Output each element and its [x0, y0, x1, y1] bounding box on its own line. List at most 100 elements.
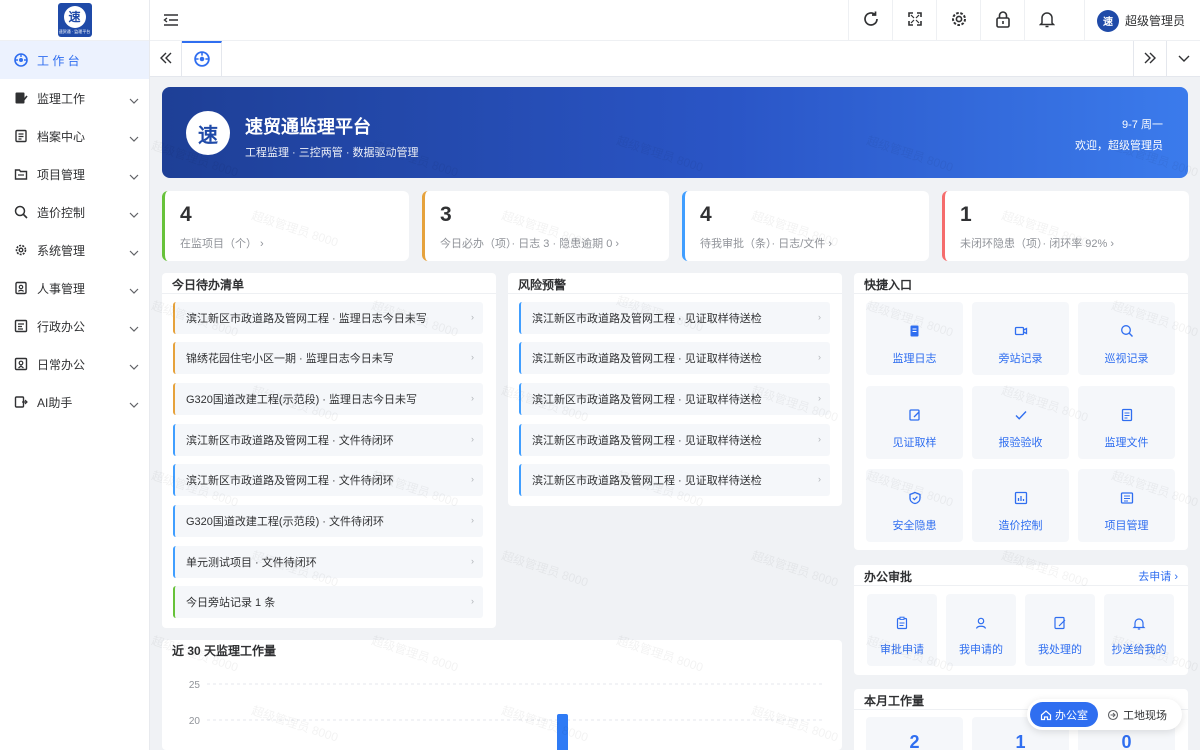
- quick-supervision-log[interactable]: 监理日志: [866, 302, 963, 375]
- shield-icon: [866, 491, 963, 505]
- journal-icon: [866, 324, 963, 338]
- lock-button[interactable]: [980, 0, 1024, 41]
- risk-item[interactable]: 滨江新区市政道路及管网工程 · 见证取样待送检 ›: [519, 383, 830, 415]
- risk-item[interactable]: 滨江新区市政道路及管网工程 · 见证取样待送检 ›: [519, 342, 830, 374]
- user-menu[interactable]: 速 超级管理员: [1084, 0, 1200, 41]
- tab-scroll-right-button[interactable]: [1133, 41, 1166, 77]
- sidebar-item-label: 造价控制: [37, 205, 86, 220]
- chevron-right-icon: ›: [471, 515, 474, 525]
- tab-menu-button[interactable]: [1166, 41, 1200, 77]
- todo-text: 今日旁站记录 1 条: [186, 597, 276, 609]
- monthly-stat[interactable]: 2: [866, 717, 963, 750]
- chevron-down-icon: [129, 93, 139, 107]
- collapse-menu-icon[interactable]: [162, 11, 180, 32]
- todo-item[interactable]: 滨江新区市政道路及管网工程 · 监理日志今日未写 ›: [173, 302, 483, 334]
- settings-button[interactable]: [936, 0, 980, 41]
- sidebar-item-ai[interactable]: AI助手: [0, 383, 149, 421]
- approval-my-requests[interactable]: 我申请的: [946, 594, 1016, 666]
- stat-card-projects[interactable]: 4 在监项目（个） ›: [162, 191, 409, 261]
- risk-item[interactable]: 滨江新区市政道路及管网工程 · 见证取样待送检 ›: [519, 302, 830, 334]
- video-icon: [972, 324, 1069, 338]
- watermark: 超级管理员 8000: [499, 548, 590, 590]
- todo-item[interactable]: 今日旁站记录 1 条 ›: [173, 586, 483, 618]
- risk-item[interactable]: 滨江新区市政道路及管网工程 · 见证取样待送检 ›: [519, 424, 830, 456]
- chevron-right-icon: ›: [471, 474, 474, 484]
- stat-card-today[interactable]: 3 今日必办（项）· 日志 3 · 隐患逾期 0 ›: [422, 191, 669, 261]
- apply-link[interactable]: 去申请 ›: [1138, 568, 1178, 584]
- logo-caption: 速贸通 · 监理平台: [58, 28, 91, 34]
- chart-y-tick-label: 20: [189, 716, 201, 727]
- sidebar-item-label: 项目管理: [37, 167, 86, 182]
- sidebar-item-hr[interactable]: 人事管理: [0, 269, 149, 307]
- quick-inspection[interactable]: 报验验收: [972, 386, 1069, 459]
- stat-card-approval[interactable]: 4 待我审批（条）· 日志/文件 ›: [682, 191, 929, 261]
- sidebar-item-admin[interactable]: 行政办公: [0, 307, 149, 345]
- sidebar-item-project[interactable]: 项目管理: [0, 155, 149, 193]
- robot-icon: [14, 395, 28, 409]
- document-icon: [1078, 408, 1175, 422]
- notebook-icon: [14, 91, 28, 105]
- chevron-right-icon: ›: [471, 393, 474, 403]
- sidebar-item-label: 日常办公: [37, 357, 86, 372]
- chevron-right-icon: ›: [818, 352, 821, 362]
- chevron-down-icon: [129, 359, 139, 373]
- todo-text: 滨江新区市政道路及管网工程 · 监理日志今日未写: [186, 313, 427, 325]
- quick-witness-sample[interactable]: 见证取样: [866, 386, 963, 459]
- home-icon: [1040, 709, 1052, 721]
- sidebar-item-archive[interactable]: 档案中心: [0, 117, 149, 155]
- site-button[interactable]: 工地现场: [1107, 702, 1167, 727]
- todo-title: 今日待办清单: [172, 278, 245, 292]
- office-button[interactable]: 办公室: [1030, 702, 1098, 727]
- sidebar-item-label: 工 作 台: [37, 53, 80, 68]
- office-label: 办公室: [1055, 709, 1088, 722]
- risk-text: 滨江新区市政道路及管网工程 · 见证取样待送检: [532, 435, 762, 447]
- quick-cost-control[interactable]: 造价控制: [972, 469, 1069, 542]
- chart-y-tick-label: 25: [189, 680, 201, 691]
- chart-bar[interactable]: [557, 714, 568, 750]
- avatar: 速: [1097, 9, 1119, 32]
- double-chevron-right-icon: [1143, 52, 1157, 67]
- todo-item[interactable]: 锦绣花园住宅小区一期 · 监理日志今日未写 ›: [173, 342, 483, 374]
- quick-label: 造价控制: [998, 520, 1043, 532]
- tab-scroll-left-button[interactable]: [150, 41, 182, 77]
- user-name: 超级管理员: [1125, 14, 1186, 28]
- quick-side-record[interactable]: 旁站记录: [972, 302, 1069, 375]
- todo-text: 滨江新区市政道路及管网工程 · 文件待闭环: [186, 475, 394, 487]
- chevron-down-icon: [129, 207, 139, 221]
- chevron-right-icon: ›: [471, 352, 474, 362]
- quick-safety-hazard[interactable]: 安全隐患: [866, 469, 963, 542]
- approval-request[interactable]: 审批申请: [867, 594, 937, 666]
- quick-label: 监理日志: [892, 353, 937, 365]
- todo-item[interactable]: 滨江新区市政道路及管网工程 · 文件待闭环 ›: [173, 464, 483, 496]
- todo-item[interactable]: 单元测试项目 · 文件待闭环 ›: [173, 546, 483, 578]
- sidebar-item-label: 系统管理: [37, 243, 86, 258]
- divider: [162, 293, 496, 294]
- chevron-down-icon: [129, 131, 139, 145]
- fullscreen-button[interactable]: [892, 0, 936, 41]
- sidebar-item-workbench[interactable]: 工 作 台: [0, 41, 149, 79]
- approval-handled[interactable]: 我处理的: [1025, 594, 1095, 666]
- app-logo[interactable]: 速 速贸通 · 监理平台: [57, 3, 92, 37]
- sidebar-item-daily[interactable]: 日常办公: [0, 345, 149, 383]
- quick-patrol-record[interactable]: 巡视记录: [1078, 302, 1175, 375]
- sidebar-item-supervision[interactable]: 监理工作: [0, 79, 149, 117]
- approval-cc-me[interactable]: 抄送给我的: [1104, 594, 1174, 666]
- sidebar: 速 速贸通 · 监理平台 工 作 台 监理工作 档案中心 项目管理 造价控制 系…: [0, 0, 150, 750]
- quick-project-management[interactable]: 项目管理: [1078, 469, 1175, 542]
- notification-button[interactable]: [1024, 0, 1068, 41]
- sidebar-item-system[interactable]: 系统管理: [0, 231, 149, 269]
- person-card-icon: [14, 357, 28, 371]
- chevron-down-icon: [129, 321, 139, 335]
- risk-item[interactable]: 滨江新区市政道路及管网工程 · 见证取样待送检 ›: [519, 464, 830, 496]
- quick-title: 快捷入口: [864, 278, 913, 292]
- refresh-button[interactable]: [848, 0, 892, 41]
- todo-item[interactable]: G320国道改建工程(示范段) · 监理日志今日未写 ›: [173, 383, 483, 415]
- todo-item[interactable]: 滨江新区市政道路及管网工程 · 文件待闭环 ›: [173, 424, 483, 456]
- quick-supervision-file[interactable]: 监理文件: [1078, 386, 1175, 459]
- stat-card-hazard[interactable]: 1 未闭环隐患（项）· 闭环率 92% ›: [942, 191, 1189, 261]
- list-icon: [1078, 491, 1175, 505]
- tab-workbench[interactable]: [182, 41, 222, 77]
- todo-item[interactable]: G320国道改建工程(示范段) · 文件待闭环 ›: [173, 505, 483, 537]
- monthly-value: 1: [1015, 732, 1026, 750]
- sidebar-item-cost[interactable]: 造价控制: [0, 193, 149, 231]
